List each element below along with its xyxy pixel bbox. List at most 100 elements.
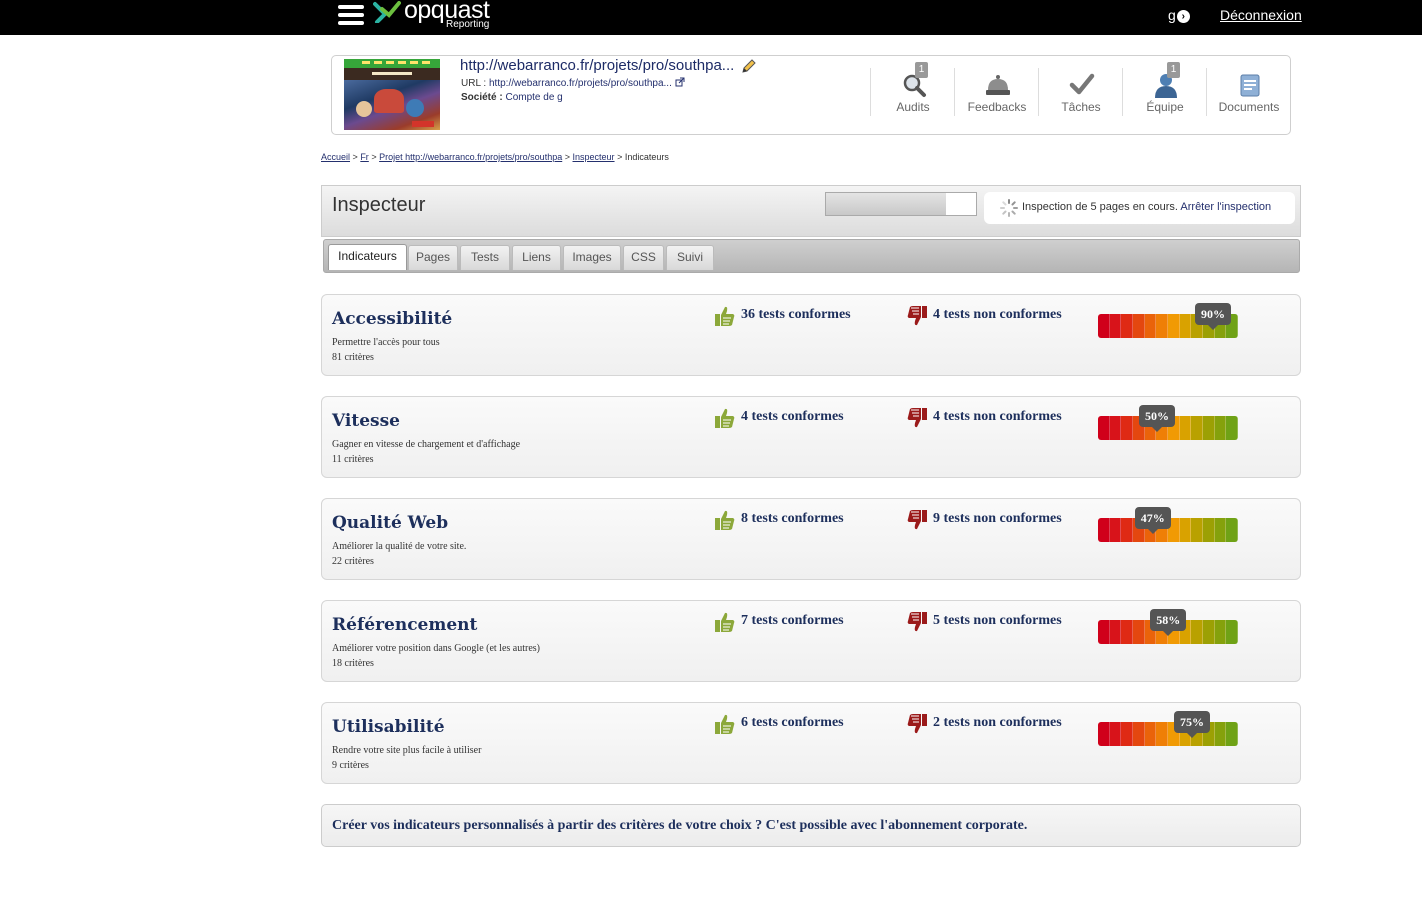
gauge-segment bbox=[1098, 314, 1110, 338]
user-menu[interactable]: g › bbox=[1168, 7, 1190, 23]
stop-inspection-link[interactable]: Arrêter l'inspection bbox=[1180, 201, 1271, 213]
external-link-icon[interactable] bbox=[675, 77, 685, 87]
gauge-segment bbox=[1179, 518, 1192, 542]
failed-tests[interactable]: 9 tests non conformes bbox=[933, 511, 1062, 527]
gauge-segment bbox=[1098, 416, 1110, 440]
corporate-promo-text: Créer vos indicateurs personnalisés à pa… bbox=[332, 818, 1028, 833]
tab-liens[interactable]: Liens bbox=[512, 245, 561, 270]
thumbs-down-icon bbox=[907, 611, 927, 637]
project-title[interactable]: http://webarranco.fr/projets/pro/southpa… bbox=[460, 57, 734, 74]
gauge-segment bbox=[1156, 314, 1169, 338]
passed-tests[interactable]: 36 tests conformes bbox=[741, 307, 851, 323]
audits-button[interactable]: 1 Audits bbox=[870, 62, 955, 116]
passed-tests[interactable]: 4 tests conformes bbox=[741, 409, 844, 425]
logo-mark-icon bbox=[373, 1, 401, 23]
breadcrumb-inspector[interactable]: Inspecteur bbox=[573, 152, 615, 162]
failed-tests[interactable]: 5 tests non conformes bbox=[933, 613, 1062, 629]
gauge-segment bbox=[1121, 518, 1134, 542]
indicator-name[interactable]: Utilisabilité bbox=[332, 717, 445, 737]
gauge-segment bbox=[1203, 518, 1215, 542]
thumbs-up-icon bbox=[715, 509, 735, 535]
tab-css[interactable]: CSS bbox=[623, 245, 664, 270]
indicator-name[interactable]: Accessibilité bbox=[332, 309, 452, 329]
thumbs-up-icon bbox=[715, 407, 735, 433]
gauge-segment bbox=[1214, 416, 1227, 440]
gauge-segment bbox=[1191, 518, 1204, 542]
indicator-card[interactable]: Référencement Améliorer votre position da… bbox=[321, 600, 1301, 682]
user-name: g bbox=[1168, 7, 1176, 23]
breadcrumb-lang[interactable]: Fr bbox=[360, 152, 369, 162]
indicator-criteria: 18 critères bbox=[332, 658, 374, 669]
passed-tests[interactable]: 8 tests conformes bbox=[741, 511, 844, 527]
company-value[interactable]: Compte de g bbox=[505, 92, 562, 103]
gauge-segment bbox=[1133, 314, 1145, 338]
tab-pages[interactable]: Pages bbox=[408, 245, 458, 270]
gauge-segment bbox=[1121, 620, 1134, 644]
gauge-segment bbox=[1098, 518, 1110, 542]
breadcrumb-home[interactable]: Accueil bbox=[321, 152, 350, 162]
tab-indicateurs[interactable]: Indicateurs bbox=[328, 244, 407, 270]
score-bubble: 90% bbox=[1195, 303, 1231, 330]
indicator-description: Permettre l'accès pour tous bbox=[332, 337, 440, 348]
gauge-segment bbox=[1098, 722, 1110, 746]
bell-icon bbox=[986, 75, 1010, 95]
tab-suivi[interactable]: Suivi bbox=[666, 245, 714, 270]
gauge-segment bbox=[1109, 620, 1122, 644]
gauge-segment bbox=[1109, 416, 1122, 440]
edit-pencil-icon[interactable] bbox=[740, 59, 756, 75]
breadcrumb-separator: > bbox=[617, 152, 623, 162]
thumbs-down-icon bbox=[907, 305, 927, 331]
gauge-segment bbox=[1203, 620, 1215, 644]
gauge-segment bbox=[1098, 620, 1110, 644]
indicator-name[interactable]: Vitesse bbox=[332, 411, 400, 431]
indicator-card[interactable]: Vitesse Gagner en vitesse de chargement e… bbox=[321, 396, 1301, 478]
gauge-segment bbox=[1226, 722, 1238, 746]
breadcrumb-separator: > bbox=[352, 152, 358, 162]
feedbacks-button[interactable]: Feedbacks bbox=[954, 68, 1039, 116]
page-title: Inspecteur bbox=[332, 194, 426, 216]
thumbs-up-icon bbox=[715, 611, 735, 637]
indicator-description: Améliorer votre position dans Google (et… bbox=[332, 643, 540, 654]
gauge-segment bbox=[1109, 518, 1122, 542]
indicator-card[interactable]: Utilisabilité Rendre votre site plus faci… bbox=[321, 702, 1301, 784]
thumbs-down-icon bbox=[907, 407, 927, 433]
team-button[interactable]: 1 Équipe bbox=[1122, 62, 1207, 116]
passed-tests[interactable]: 6 tests conformes bbox=[741, 715, 844, 731]
company-label: Société : bbox=[461, 92, 503, 103]
gauge-segment bbox=[1191, 620, 1204, 644]
url-value[interactable]: http://webarranco.fr/projets/pro/southpa… bbox=[489, 78, 672, 89]
top-bar: opquast Reporting g › Déconnexion bbox=[0, 0, 1422, 35]
score-bubble: 50% bbox=[1139, 405, 1175, 432]
audits-badge: 1 bbox=[915, 62, 928, 78]
failed-tests[interactable]: 4 tests non conformes bbox=[933, 409, 1062, 425]
indicator-criteria: 11 critères bbox=[332, 454, 374, 465]
indicator-card[interactable]: Accessibilité Permettre l'accès pour tous… bbox=[321, 294, 1301, 376]
gauge-segment bbox=[1226, 620, 1238, 644]
indicator-description: Gagner en vitesse de chargement et d'aff… bbox=[332, 439, 521, 450]
score-bubble: 58% bbox=[1150, 609, 1187, 636]
passed-tests[interactable]: 7 tests conformes bbox=[741, 613, 844, 629]
failed-tests[interactable]: 2 tests non conformes bbox=[933, 715, 1062, 731]
chevron-right-icon: › bbox=[1176, 9, 1190, 23]
menu-icon[interactable] bbox=[338, 2, 364, 28]
thumbs-down-icon bbox=[907, 509, 927, 535]
failed-tests[interactable]: 4 tests non conformes bbox=[933, 307, 1062, 323]
breadcrumb-separator: > bbox=[564, 152, 570, 162]
indicator-name[interactable]: Qualité Web bbox=[332, 513, 448, 533]
logout-link[interactable]: Déconnexion bbox=[1220, 7, 1302, 23]
documents-button[interactable]: Documents bbox=[1206, 68, 1291, 116]
loading-spinner-icon bbox=[1000, 199, 1018, 217]
site-thumbnail[interactable] bbox=[344, 59, 440, 130]
team-label: Équipe bbox=[1146, 100, 1184, 114]
gauge-segment bbox=[1168, 314, 1180, 338]
tab-images[interactable]: Images bbox=[563, 245, 621, 270]
checkmark-icon bbox=[1069, 73, 1095, 95]
gauge-segment bbox=[1109, 314, 1122, 338]
tasks-button[interactable]: Tâches bbox=[1038, 68, 1123, 116]
tab-tests[interactable]: Tests bbox=[460, 245, 510, 270]
inspection-status: Inspection de 5 pages en cours. Arrêter … bbox=[984, 192, 1295, 224]
indicator-card[interactable]: Qualité Web Améliorer la qualité de votre… bbox=[321, 498, 1301, 580]
corporate-promo: Créer vos indicateurs personnalisés à pa… bbox=[321, 804, 1301, 847]
indicator-name[interactable]: Référencement bbox=[332, 615, 477, 635]
breadcrumb-project[interactable]: Projet http://webarranco.fr/projets/pro/… bbox=[379, 152, 562, 162]
